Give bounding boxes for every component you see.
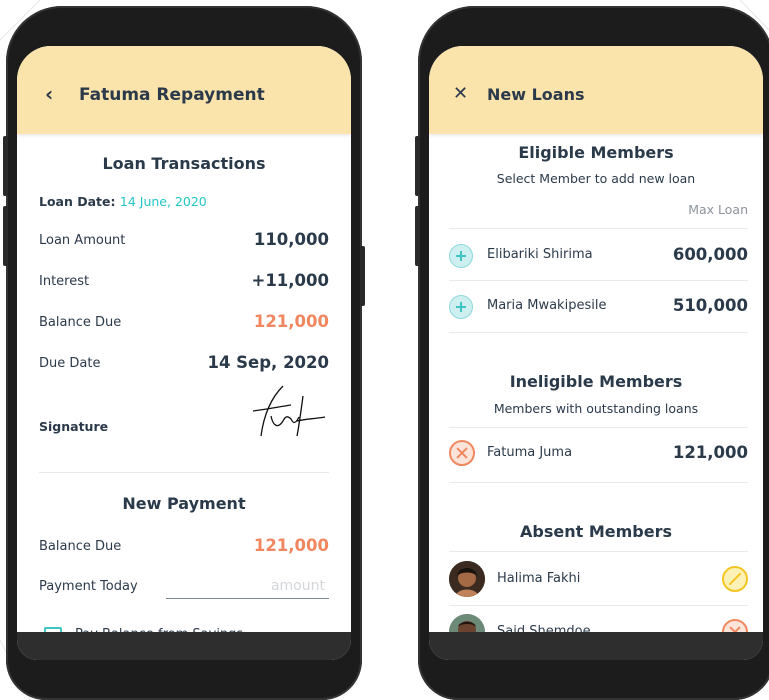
section-title-eligible: Eligible Members [518,143,674,162]
loan-amount-value: 110,000 [253,230,329,249]
divider [449,332,748,333]
divider [449,280,748,281]
due-date-value: 14 Sep, 2020 [207,353,329,372]
payment-today-label: Payment Today [39,579,138,594]
eligible-member-row[interactable]: Maria Mwakipesile 510,000 [449,292,748,320]
balance-due-label: Balance Due [39,315,122,330]
new-balance-due-label: Balance Due [39,539,122,554]
interest-value: +11,000 [251,271,330,290]
new-balance-due-value: 121,000 [253,536,329,555]
phone-left: ‹ Fatuma Repayment Loan Transactions Loa… [3,6,365,700]
avatar [449,561,485,597]
loan-date-value: 14 June, 2020 [119,194,207,209]
interest-row: Interest +11,000 [39,271,329,295]
member-max-loan: 510,000 [672,296,748,315]
signature-label: Signature [39,419,109,434]
member-outstanding-amount: 121,000 [672,443,748,462]
max-loan-column-header: Max Loan [688,202,748,217]
member-name: Fatuma Juma [487,445,573,460]
ineligible-subtitle: Members with outstanding loans [493,401,699,416]
payment-today-row: Payment Today amount [39,576,329,600]
excused-icon[interactable] [722,566,748,592]
cancel-circle-icon [449,440,475,466]
interest-label: Interest [39,274,90,289]
payment-input-underline [166,598,329,599]
ineligible-member-row: Fatuma Juma 121,000 [449,438,748,468]
add-circle-icon[interactable] [449,295,473,319]
app-header: ✕ New Loans [429,46,763,134]
close-icon[interactable]: ✕ [453,83,468,104]
divider [449,482,748,483]
chevron-left-icon[interactable]: ‹ [45,82,53,106]
section-title-new-payment: New Payment [122,494,246,513]
member-name: Maria Mwakipesile [487,298,607,313]
divider [39,472,329,473]
divider [449,551,748,552]
page-title: New Loans [487,85,585,104]
add-circle-icon[interactable] [449,244,473,268]
loan-date-label: Loan Date: [39,194,116,209]
balance-due-value: 121,000 [253,312,329,331]
section-title-ineligible: Ineligible Members [509,372,683,391]
screen-fatuma-repayment: ‹ Fatuma Repayment Loan Transactions Loa… [17,46,351,660]
due-date-label: Due Date [39,356,101,371]
member-name: Elibariki Shirima [487,247,593,262]
balance-due-row: Balance Due 121,000 [39,312,329,336]
bottom-nav-bar [17,632,351,660]
page-title: Fatuma Repayment [79,85,265,105]
loan-date-row: Loan Date: 14 June, 2020 [39,191,329,215]
section-title-loan-transactions: Loan Transactions [102,154,266,173]
signature-image [252,385,326,437]
divider [449,427,748,428]
member-name: Halima Fakhi [497,571,581,586]
due-date-row: Due Date 14 Sep, 2020 [39,353,329,377]
app-header: ‹ Fatuma Repayment [17,46,351,134]
loan-amount-label: Loan Amount [39,233,126,248]
divider [449,605,748,606]
divider [449,228,748,229]
bottom-nav-bar [429,632,763,660]
absent-member-row: Halima Fakhi [449,559,748,599]
screen-new-loans: ✕ New Loans Eligible Members Select Memb… [429,46,763,660]
new-balance-due-row: Balance Due 121,000 [39,536,329,560]
eligible-subtitle: Select Member to add new loan [496,171,696,186]
eligible-member-row[interactable]: Elibariki Shirima 600,000 [449,242,748,270]
section-title-absent: Absent Members [520,522,672,541]
member-max-loan: 600,000 [672,245,748,264]
payment-amount-input[interactable]: amount [271,578,325,594]
phone-right: ✕ New Loans Eligible Members Select Memb… [415,6,769,700]
loan-amount-row: Loan Amount 110,000 [39,230,329,254]
